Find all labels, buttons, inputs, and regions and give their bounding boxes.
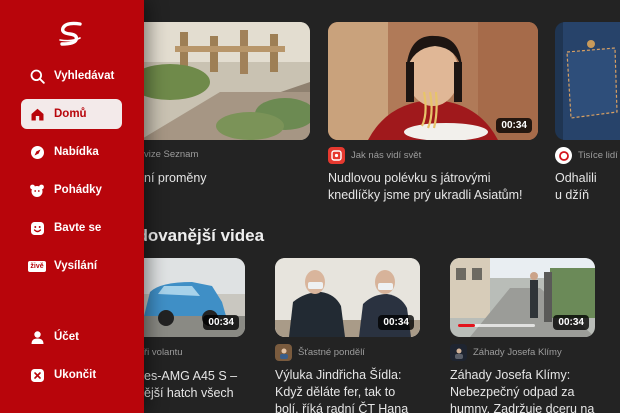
title-line: Odhalili: [555, 171, 597, 185]
video-progress-fill: [458, 324, 475, 327]
video-title: Odhalili u džíň: [555, 170, 620, 204]
nav-item-fun[interactable]: Bavte se: [21, 213, 122, 243]
duration-badge: 00:34: [378, 315, 414, 330]
user-icon: [29, 329, 45, 345]
sidebar: Vyhledávat Domů Nabídka Pohádky Bavte se…: [0, 0, 144, 413]
nav-item-home[interactable]: Domů: [21, 99, 122, 129]
video-title: es-AMG A45 S – ější hatch všech: [144, 368, 254, 402]
video-progress-bar[interactable]: [458, 324, 535, 327]
source-label: Šťastné pondělí: [298, 347, 365, 358]
search-icon: [29, 68, 45, 84]
video-thumbnail[interactable]: 00:34: [450, 258, 595, 337]
nav-label: Domů: [54, 108, 87, 120]
home-icon: [29, 106, 45, 122]
video-source: Záhady Josefa Klímy: [450, 344, 562, 361]
video-title: ní proměny: [144, 170, 314, 187]
title-line: bolí, říká radní ČT Hana: [275, 402, 409, 413]
title-line: humny. Zadržuje dceru na: [450, 402, 595, 413]
video-card[interactable]: 00:34 Šťastné pondělí Výluka Jindřicha Š…: [275, 258, 435, 413]
nav-label: Ukončit: [54, 369, 97, 381]
title-line: Když děláte fer, tak to: [275, 385, 396, 399]
video-card[interactable]: Tisíce lidí Odhalili u džíň: [555, 0, 620, 210]
channel-icon: [450, 344, 467, 361]
logo[interactable]: [56, 20, 86, 53]
jeans-image: [555, 22, 620, 140]
source-label: ři volantu: [144, 347, 183, 358]
nav-item-account[interactable]: Účet: [21, 322, 122, 352]
duration-badge: 00:34: [203, 315, 239, 330]
channel-icon: [275, 344, 292, 361]
nav-label: Vysílání: [54, 260, 98, 272]
video-source: Tisíce lidí: [555, 147, 618, 164]
video-title: Výluka Jindřicha Šídla: Když děláte fer,…: [275, 367, 435, 413]
compass-icon: [29, 144, 45, 160]
magnifier-icon: [558, 150, 569, 161]
video-card[interactable]: 00:34 Jak nás vidí svět Nudlovou polévku…: [328, 0, 543, 210]
stream-logo-icon: [59, 21, 82, 46]
source-label: Záhady Josefa Klímy: [473, 347, 562, 358]
source-label: Tisíce lidí: [578, 150, 618, 161]
smile-icon: [29, 220, 45, 236]
source-label: Jak nás vidí svět: [351, 150, 422, 161]
show-avatar-icon: [279, 348, 288, 359]
show-avatar-icon: [454, 348, 463, 359]
nav-item-search[interactable]: Vyhledávat: [21, 61, 122, 91]
title-line: Výluka Jindřicha Šídla:: [275, 368, 402, 382]
title-line: u džíň: [555, 188, 590, 202]
video-source: Šťastné pondělí: [275, 344, 365, 361]
channel-icon: [555, 147, 572, 164]
duration-badge: 00:34: [496, 118, 532, 133]
nav-label: Bavte se: [54, 222, 102, 234]
nav-item-exit[interactable]: Ukončit: [21, 360, 122, 390]
video-title: Záhady Josefa Klímy: Nebezpečný odpad za…: [450, 367, 610, 413]
video-card[interactable]: 00:34 Záhady Josefa Klímy Záhady Josefa …: [450, 258, 610, 413]
nav-label: Nabídka: [54, 146, 99, 158]
close-icon: [29, 367, 45, 383]
title-line: ní proměny: [144, 171, 207, 185]
live-badge: živě: [28, 260, 46, 272]
video-source: vize Seznam: [144, 149, 198, 160]
title-line: Nebezpečný odpad za: [450, 385, 575, 399]
title-line: Nudlovou polévku s játrovými: [328, 171, 491, 185]
nav-label: Pohádky: [54, 184, 102, 196]
nav-label: Účet: [54, 331, 79, 343]
title-line: ější hatch všech: [144, 386, 234, 400]
title-line: knedlíčky jsme prý ukradli Asiatům!: [328, 188, 523, 202]
video-thumbnail[interactable]: 00:34: [328, 22, 538, 140]
video-thumbnail[interactable]: [555, 22, 620, 140]
video-thumbnail[interactable]: 00:34: [275, 258, 420, 337]
title-line: es-AMG A45 S –: [144, 369, 238, 383]
nav-label: Vyhledávat: [54, 70, 115, 82]
story-icon: [29, 182, 45, 198]
duration-badge: 00:34: [553, 315, 589, 330]
video-title: Nudlovou polévku s játrovými knedlíčky j…: [328, 170, 543, 204]
section-title: edovanější videa: [128, 226, 265, 245]
title-line: Záhady Josefa Klímy:: [450, 368, 571, 382]
source-label: vize Seznam: [144, 149, 199, 160]
nav-item-fairytales[interactable]: Pohádky: [21, 175, 122, 205]
live-icon: živě: [28, 258, 46, 274]
nav-item-broadcast[interactable]: živě Vysílání: [21, 251, 122, 281]
channel-icon: [328, 147, 345, 164]
video-source: ři volantu: [144, 347, 183, 358]
video-source: Jak nás vidí svět: [328, 147, 421, 164]
world-icon: [331, 150, 342, 161]
nav-item-offer[interactable]: Nabídka: [21, 137, 122, 167]
